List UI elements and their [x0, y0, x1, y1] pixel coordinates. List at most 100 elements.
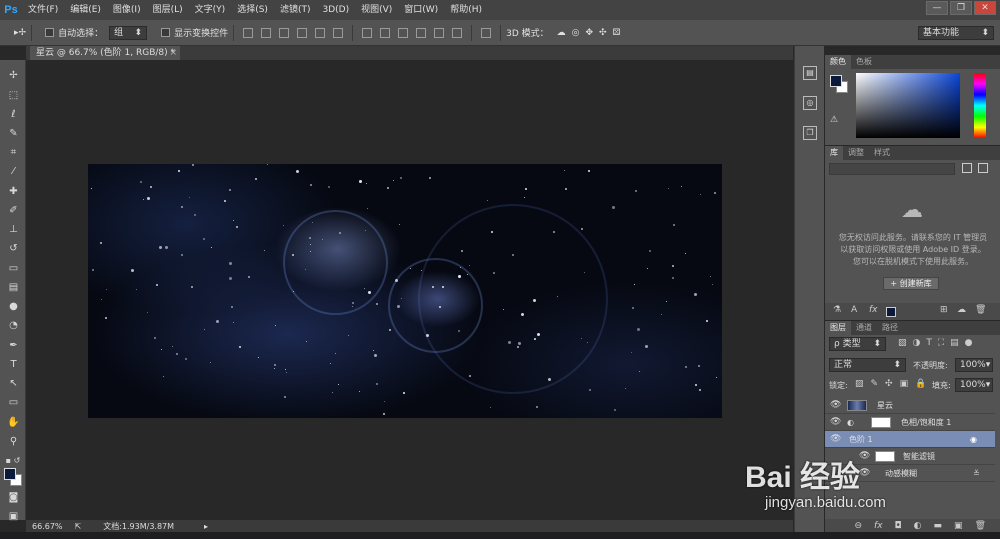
list-view-icon[interactable] [978, 163, 988, 173]
maximize-button[interactable]: ❐ [950, 1, 972, 15]
align-top-icon[interactable] [243, 27, 254, 38]
tab-styles[interactable]: 样式 [869, 146, 895, 160]
eye-icon[interactable]: 👁 [830, 397, 841, 414]
close-icon[interactable]: × [169, 46, 177, 60]
history-brush-tool-icon[interactable]: ↺ [7, 243, 20, 255]
minimize-button[interactable]: — [926, 1, 948, 15]
path-select-tool-icon[interactable]: ↖ [7, 378, 20, 390]
zoom-tool-icon[interactable]: ⚲ [7, 436, 20, 448]
blend-mode-dropdown[interactable]: 正常 ⬍ [829, 358, 906, 372]
auto-select-checkbox[interactable] [45, 28, 55, 37]
trash-icon[interactable]: 🗑 [975, 521, 986, 531]
quick-mask-icon[interactable]: ◙ [7, 492, 20, 504]
tab-color[interactable]: 颜色 [825, 55, 851, 69]
menu-file[interactable]: 文件(F) [22, 0, 64, 20]
panel-fg-swatch[interactable] [830, 75, 842, 87]
lock-icons[interactable]: ▨✎✣▣🔒 [855, 379, 933, 389]
align-right-icon[interactable] [333, 27, 344, 38]
new-layer-icon[interactable]: ▣ [954, 521, 963, 531]
type-tool-icon[interactable]: T [7, 359, 20, 371]
clone-stamp-tool-icon[interactable]: ⊥ [7, 224, 20, 236]
eyedropper-tool-icon[interactable]: ⁄ [7, 166, 20, 178]
filter-options-icon[interactable]: ≚ [973, 465, 980, 482]
foreground-color-swatch[interactable] [4, 468, 16, 480]
hue-slider[interactable] [974, 73, 986, 138]
distribute-bottom-icon[interactable] [398, 27, 409, 38]
close-button[interactable]: ✕ [974, 1, 996, 15]
menu-window[interactable]: 窗口(W) [398, 0, 444, 20]
rectangle-tool-icon[interactable]: ▭ [7, 397, 20, 409]
mask-icon[interactable]: ◘ [895, 521, 902, 531]
move-tool-icon[interactable]: ✢ [7, 70, 20, 82]
link-icon[interactable]: ⊖ [855, 521, 863, 531]
eye-icon[interactable]: 👁 [830, 431, 841, 448]
3d-tools-icons[interactable]: ☁◎✥✣⚄ [557, 28, 627, 38]
align-vcenter-icon[interactable] [261, 27, 272, 38]
distribute-vcenter-icon[interactable] [380, 27, 391, 38]
document-canvas[interactable] [88, 164, 722, 418]
share-icon[interactable]: ⇱ [75, 522, 82, 531]
show-transform-checkbox[interactable] [161, 28, 171, 37]
folder-icon[interactable]: ▬ [934, 521, 943, 531]
grid-view-icon[interactable] [962, 163, 972, 173]
warning-icon[interactable]: ⚠ [830, 115, 838, 125]
tab-adjustments[interactable]: 调整 [843, 146, 869, 160]
swap-colors-icon[interactable]: ▪ ↺ [3, 455, 23, 467]
distribute-right-icon[interactable] [452, 27, 463, 38]
crop-tool-icon[interactable]: ⌗ [7, 147, 20, 159]
menu-select[interactable]: 选择(S) [231, 0, 274, 20]
trash-icon[interactable]: 🗑 [975, 305, 986, 315]
layer-row[interactable]: 👁 ◐ 色相/饱和度 1 [825, 414, 995, 431]
distribute-top-icon[interactable] [362, 27, 373, 38]
create-library-button[interactable]: + 创建新库 [883, 277, 939, 290]
sync-icon[interactable]: ☁ [957, 305, 966, 315]
opacity-input[interactable]: 100% ▾ [955, 358, 993, 372]
dodge-tool-icon[interactable]: ◔ [7, 320, 20, 332]
menu-help[interactable]: 帮助(H) [444, 0, 488, 20]
text-style-icon[interactable]: A [851, 305, 857, 315]
align-bottom-icon[interactable] [279, 27, 290, 38]
eraser-tool-icon[interactable]: ▭ [7, 263, 20, 275]
marquee-tool-icon[interactable]: ⬚ [7, 90, 20, 102]
menu-layer[interactable]: 图层(L) [147, 0, 189, 20]
menu-view[interactable]: 视图(V) [355, 0, 398, 20]
properties-icon[interactable]: ◎ [803, 96, 817, 110]
tab-layers[interactable]: 图层 [825, 321, 851, 335]
layer-comps-icon[interactable]: ❐ [803, 126, 817, 140]
move-tool-icon[interactable]: ▸✢ [14, 28, 26, 38]
tab-paths[interactable]: 路径 [877, 321, 903, 335]
eye-icon[interactable]: 👁 [859, 448, 870, 465]
menu-type[interactable]: 文字(Y) [189, 0, 232, 20]
document-tab[interactable]: 星云 @ 66.7% (色阶 1, RGB/8) * × [30, 46, 180, 60]
layer-filter-dropdown[interactable]: ρ 类型 ⬍ [829, 337, 886, 351]
menu-filter[interactable]: 滤镜(T) [274, 0, 317, 20]
distribute-hcenter-icon[interactable] [434, 27, 445, 38]
layer-filter-icons[interactable]: ▨◑T⛶▤● [898, 338, 979, 348]
library-dropdown[interactable] [829, 163, 955, 175]
blur-tool-icon[interactable]: ● [7, 301, 20, 313]
eye-icon[interactable]: 👁 [859, 465, 870, 482]
color-swatch-icon[interactable] [886, 307, 896, 317]
color-field[interactable] [856, 73, 960, 138]
hand-tool-icon[interactable]: ✋ [7, 417, 20, 429]
zoom-readout[interactable]: 66.67% [32, 522, 63, 531]
stock-icon[interactable]: ⚗ [833, 305, 841, 315]
fill-input[interactable]: 100% ▾ [955, 378, 993, 392]
brush-tool-icon[interactable]: ✐ [7, 205, 20, 217]
history-icon[interactable]: ▤ [803, 66, 817, 80]
adjustment-icon[interactable]: ◐ [914, 521, 922, 531]
pen-tool-icon[interactable]: ✒ [7, 340, 20, 352]
menu-image[interactable]: 图像(I) [107, 0, 147, 20]
layer-row-selected[interactable]: 👁 色阶 1 ◉ [825, 431, 995, 448]
align-hcenter-icon[interactable] [315, 27, 326, 38]
healing-brush-tool-icon[interactable]: ✚ [7, 186, 20, 198]
arrow-right-icon[interactable]: ▸ [204, 522, 208, 531]
add-element-icon[interactable]: ⊞ [940, 305, 948, 315]
eye-icon[interactable]: 👁 [830, 414, 841, 431]
auto-select-dropdown[interactable]: 组 ⬍ [109, 25, 148, 40]
lasso-tool-icon[interactable]: ℓ [7, 109, 20, 121]
quick-select-tool-icon[interactable]: ✎ [7, 128, 20, 140]
fx-icon[interactable]: fx [874, 521, 883, 531]
layer-row[interactable]: 👁 星云 [825, 397, 995, 414]
tab-swatches[interactable]: 色板 [851, 55, 877, 69]
